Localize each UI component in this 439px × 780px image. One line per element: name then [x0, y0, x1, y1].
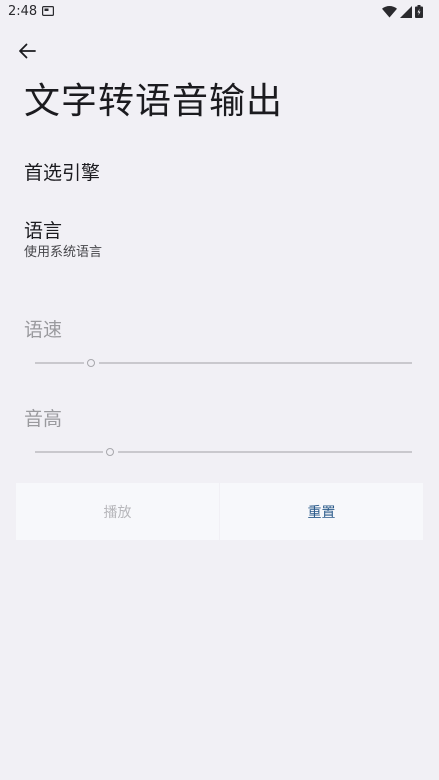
page-title: 文字转语音输出	[24, 81, 284, 122]
status-icons	[382, 5, 423, 18]
action-buttons: 播放 重置	[16, 483, 423, 540]
pitch-thumb[interactable]	[106, 448, 115, 456]
play-button[interactable]: 播放	[16, 483, 219, 540]
reset-button[interactable]: 重置	[220, 483, 423, 540]
speech-rate-slider[interactable]	[35, 357, 412, 369]
battery-icon	[415, 5, 423, 18]
speech-rate-track-active	[35, 362, 85, 364]
status-bar: 2:48	[0, 0, 439, 24]
language-item[interactable]: 语言 使用系统语言	[0, 206, 439, 266]
pitch-label: 音高	[24, 408, 63, 430]
pitch-track-active	[35, 451, 104, 453]
speech-rate-track-inactive	[98, 362, 412, 364]
arrow-back-icon	[19, 43, 36, 59]
cellular-signal-icon	[400, 5, 412, 18]
wifi-icon	[382, 5, 397, 17]
notification-icon	[42, 6, 54, 16]
preferred-engine-item[interactable]: 首选引擎	[0, 146, 439, 194]
language-title: 语言	[24, 220, 63, 242]
speech-rate-thumb[interactable]	[87, 359, 96, 367]
status-time: 2:48	[8, 4, 38, 19]
pitch-slider[interactable]	[35, 446, 412, 458]
preferred-engine-title: 首选引擎	[24, 162, 101, 184]
speech-rate-label: 语速	[24, 319, 63, 341]
pitch-track-inactive	[117, 451, 412, 453]
language-summary: 使用系统语言	[24, 245, 103, 260]
back-button[interactable]	[12, 36, 42, 66]
